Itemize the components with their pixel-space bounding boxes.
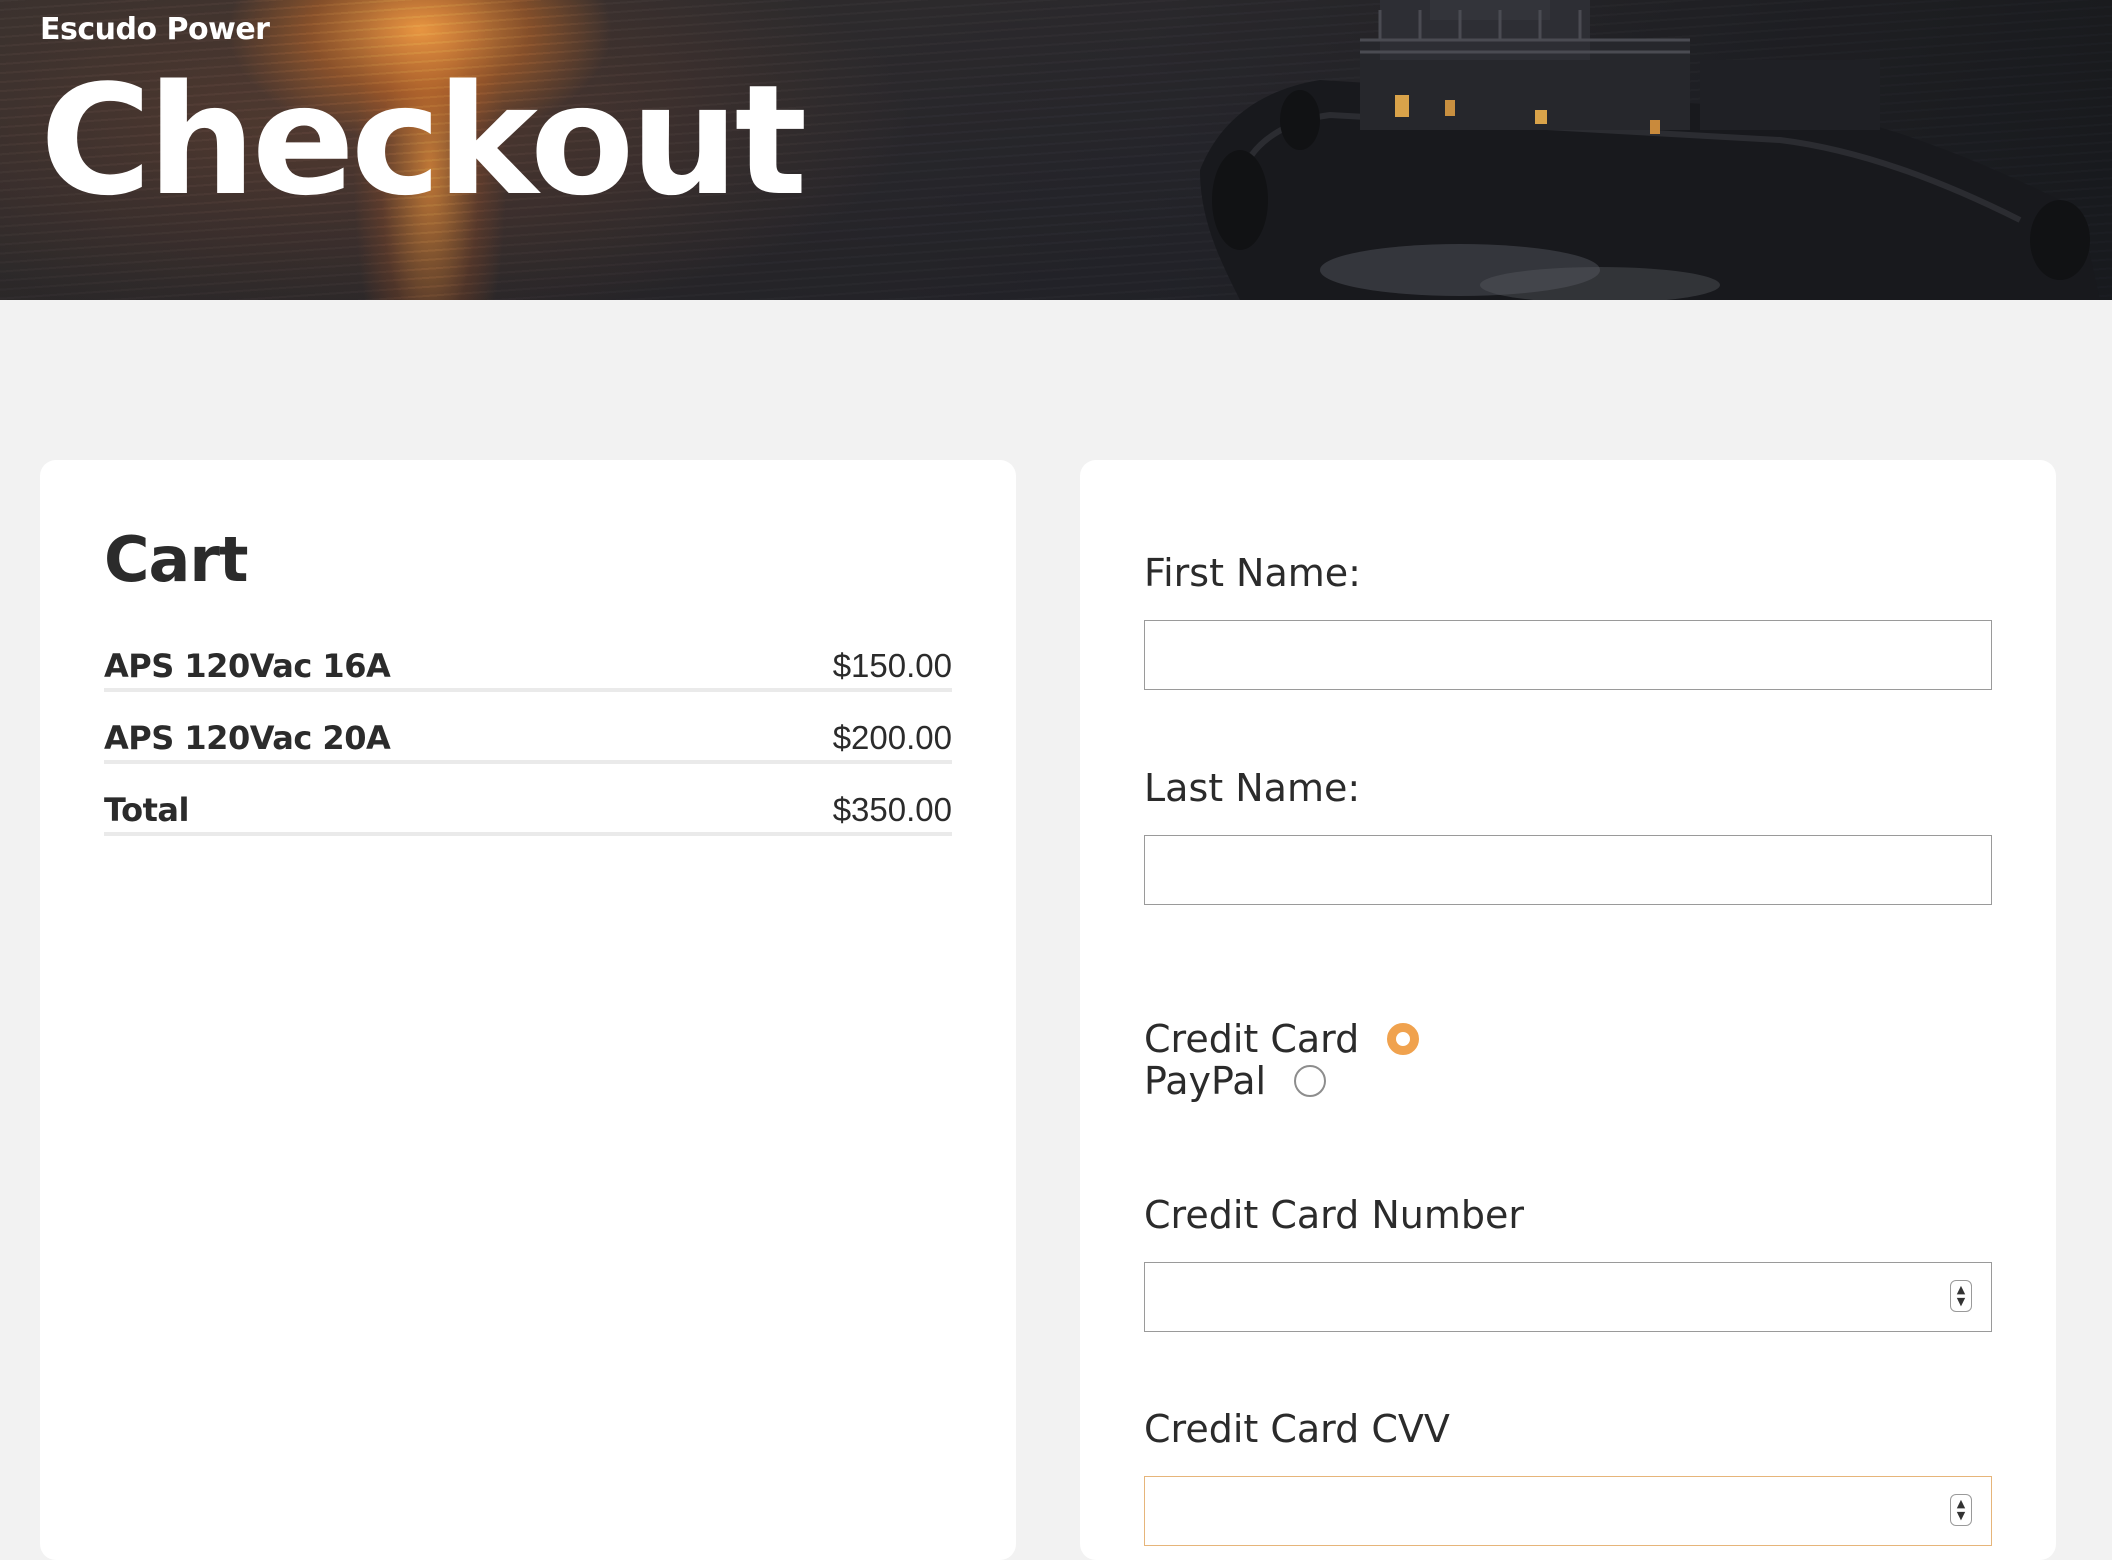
cart-item-name: APS 120Vac 16A xyxy=(104,647,391,685)
cc-number-label: Credit Card Number xyxy=(1144,1193,1524,1237)
last-name-field[interactable] xyxy=(1144,835,1992,905)
checkout-form-card: First Name: Last Name: Credit Card PayPa… xyxy=(1080,460,2056,1560)
number-stepper[interactable]: ▲ ▼ xyxy=(1950,1280,1972,1312)
cart-total-label: Total xyxy=(104,791,189,829)
cart-title: Cart xyxy=(104,523,249,596)
cc-cvv-wrapper: ▲ ▼ xyxy=(1144,1476,1992,1546)
page-title: Checkout xyxy=(40,52,807,229)
payment-option-credit-card[interactable]: Credit Card xyxy=(1144,1017,1420,1061)
cart-total-value: $350.00 xyxy=(832,791,952,828)
payment-option-paypal[interactable]: PayPal xyxy=(1144,1059,1327,1103)
cc-cvv-field[interactable] xyxy=(1144,1476,1992,1546)
cvv-stepper[interactable]: ▲ ▼ xyxy=(1950,1494,1972,1526)
first-name-label: First Name: xyxy=(1144,551,1361,595)
paypal-option-label: PayPal xyxy=(1144,1059,1267,1103)
brand-name[interactable]: Escudo Power xyxy=(40,12,270,47)
first-name-field[interactable] xyxy=(1144,620,1992,690)
credit-card-radio[interactable] xyxy=(1387,1023,1420,1055)
stepper-down-icon[interactable]: ▼ xyxy=(1957,1510,1965,1522)
tugboat-image xyxy=(1200,0,2100,300)
cart-item-row: APS 120Vac 20A $200.00 xyxy=(104,692,952,764)
stepper-down-icon[interactable]: ▼ xyxy=(1957,1296,1965,1308)
cart-item-row: APS 120Vac 16A $150.00 xyxy=(104,620,952,692)
cart-item-name: APS 120Vac 20A xyxy=(104,719,391,757)
hero-banner: Escudo Power Checkout xyxy=(0,0,2112,300)
credit-card-option-label: Credit Card xyxy=(1144,1017,1360,1061)
cart-card: Cart APS 120Vac 16A $150.00 APS 120Vac 2… xyxy=(40,460,1016,1560)
cart-table: APS 120Vac 16A $150.00 APS 120Vac 20A $2… xyxy=(104,620,952,836)
cc-number-field[interactable] xyxy=(1144,1262,1992,1332)
cart-item-price: $150.00 xyxy=(832,647,952,684)
last-name-label: Last Name: xyxy=(1144,766,1361,810)
cc-cvv-label: Credit Card CVV xyxy=(1144,1407,1450,1451)
paypal-radio[interactable] xyxy=(1294,1065,1327,1097)
cc-number-wrapper: ▲ ▼ xyxy=(1144,1262,1992,1332)
cart-total-row: Total $350.00 xyxy=(104,764,952,836)
cart-item-price: $200.00 xyxy=(832,719,952,756)
